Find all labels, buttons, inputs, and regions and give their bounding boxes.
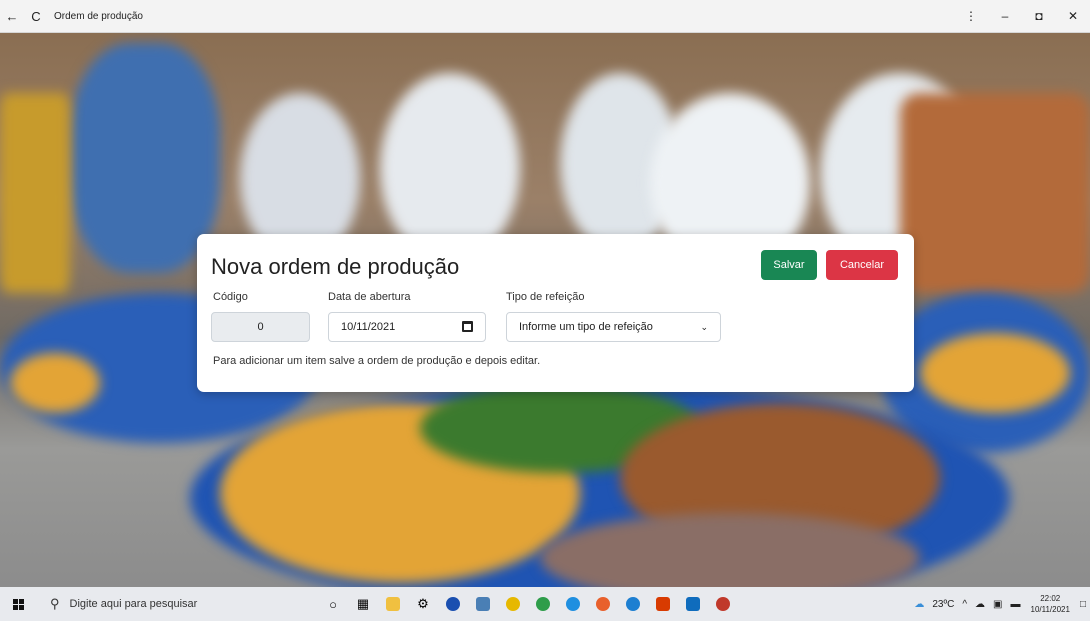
- back-arrow-icon[interactable]: ←: [0, 4, 24, 28]
- close-button[interactable]: ✕: [1056, 4, 1090, 28]
- chrome-2-icon[interactable]: [528, 587, 558, 621]
- app-blue-icon[interactable]: [438, 587, 468, 621]
- opening-date-label: Data de abertura: [328, 291, 411, 303]
- chevron-down-icon: ⌄: [700, 322, 708, 332]
- keyboard-icon[interactable]: ▬: [1011, 599, 1021, 610]
- chevron-up-icon[interactable]: ^: [962, 599, 967, 610]
- window-title: Ordem de produção: [54, 10, 143, 22]
- menu-icon[interactable]: ⋮: [954, 4, 988, 28]
- save-button[interactable]: Salvar: [761, 250, 817, 280]
- red-app-icon[interactable]: [708, 587, 738, 621]
- clock-time: 22:02: [1040, 594, 1061, 603]
- cortana-icon[interactable]: ○: [318, 587, 348, 621]
- minimize-button[interactable]: –: [988, 4, 1022, 28]
- start-button[interactable]: [0, 587, 36, 621]
- file-explorer-icon[interactable]: [378, 587, 408, 621]
- system-tray: ☁ 23ºC ^ ☁ ▣ ▬ 22:02 10/11/2021 □: [910, 587, 1090, 621]
- task-view-icon[interactable]: ▦: [348, 587, 378, 621]
- windows-icon: [12, 598, 24, 610]
- meal-type-select[interactable]: Informe um tipo de refeição ⌄: [506, 312, 721, 342]
- settings-icon[interactable]: ⚙: [408, 587, 438, 621]
- clock[interactable]: 22:02 10/11/2021: [1031, 593, 1070, 615]
- search-icon: ⚲: [50, 596, 60, 611]
- reload-icon[interactable]: C: [24, 4, 48, 28]
- office-icon[interactable]: [648, 587, 678, 621]
- opening-date-value: 10/11/2021: [341, 321, 396, 333]
- temperature-label[interactable]: 23ºC: [932, 599, 954, 610]
- firefox-icon[interactable]: [588, 587, 618, 621]
- edge-icon[interactable]: [618, 587, 648, 621]
- cancel-button[interactable]: Cancelar: [826, 250, 898, 280]
- taskbar: ⚲ Digite aqui para pesquisar ○ ▦ ⚙ ☁ 23º…: [0, 587, 1090, 621]
- opening-date-field[interactable]: 10/11/2021: [328, 312, 486, 342]
- meal-type-label: Tipo de refeição: [506, 291, 585, 303]
- network-icon[interactable]: ▣: [993, 599, 1002, 610]
- weather-icon[interactable]: ☁: [914, 599, 924, 610]
- window-title-bar: ← C Ordem de produção ⋮ – ◘ ✕: [0, 0, 1090, 33]
- clock-date: 10/11/2021: [1030, 605, 1070, 614]
- help-note: Para adicionar um item salve a ordem de …: [213, 355, 541, 367]
- maximize-button[interactable]: ◘: [1022, 4, 1056, 28]
- calculator-icon[interactable]: [468, 587, 498, 621]
- meal-type-value: Informe um tipo de refeição: [519, 321, 653, 333]
- code-label: Código: [213, 291, 248, 303]
- dialog-title: Nova ordem de produção: [211, 254, 460, 279]
- taskbar-search-box[interactable]: ⚲ Digite aqui para pesquisar: [36, 587, 318, 621]
- search-placeholder: Digite aqui para pesquisar: [69, 598, 198, 610]
- new-production-order-dialog: Nova ordem de produção Salvar Cancelar C…: [197, 234, 914, 392]
- skype-icon[interactable]: [558, 587, 588, 621]
- chrome-icon[interactable]: [498, 587, 528, 621]
- code-value: 0: [257, 321, 264, 333]
- notification-icon[interactable]: □: [1080, 599, 1086, 610]
- outlook-icon[interactable]: [678, 587, 708, 621]
- calendar-icon[interactable]: [462, 321, 473, 332]
- cloud-icon[interactable]: ☁: [975, 599, 985, 610]
- code-field: 0: [211, 312, 310, 342]
